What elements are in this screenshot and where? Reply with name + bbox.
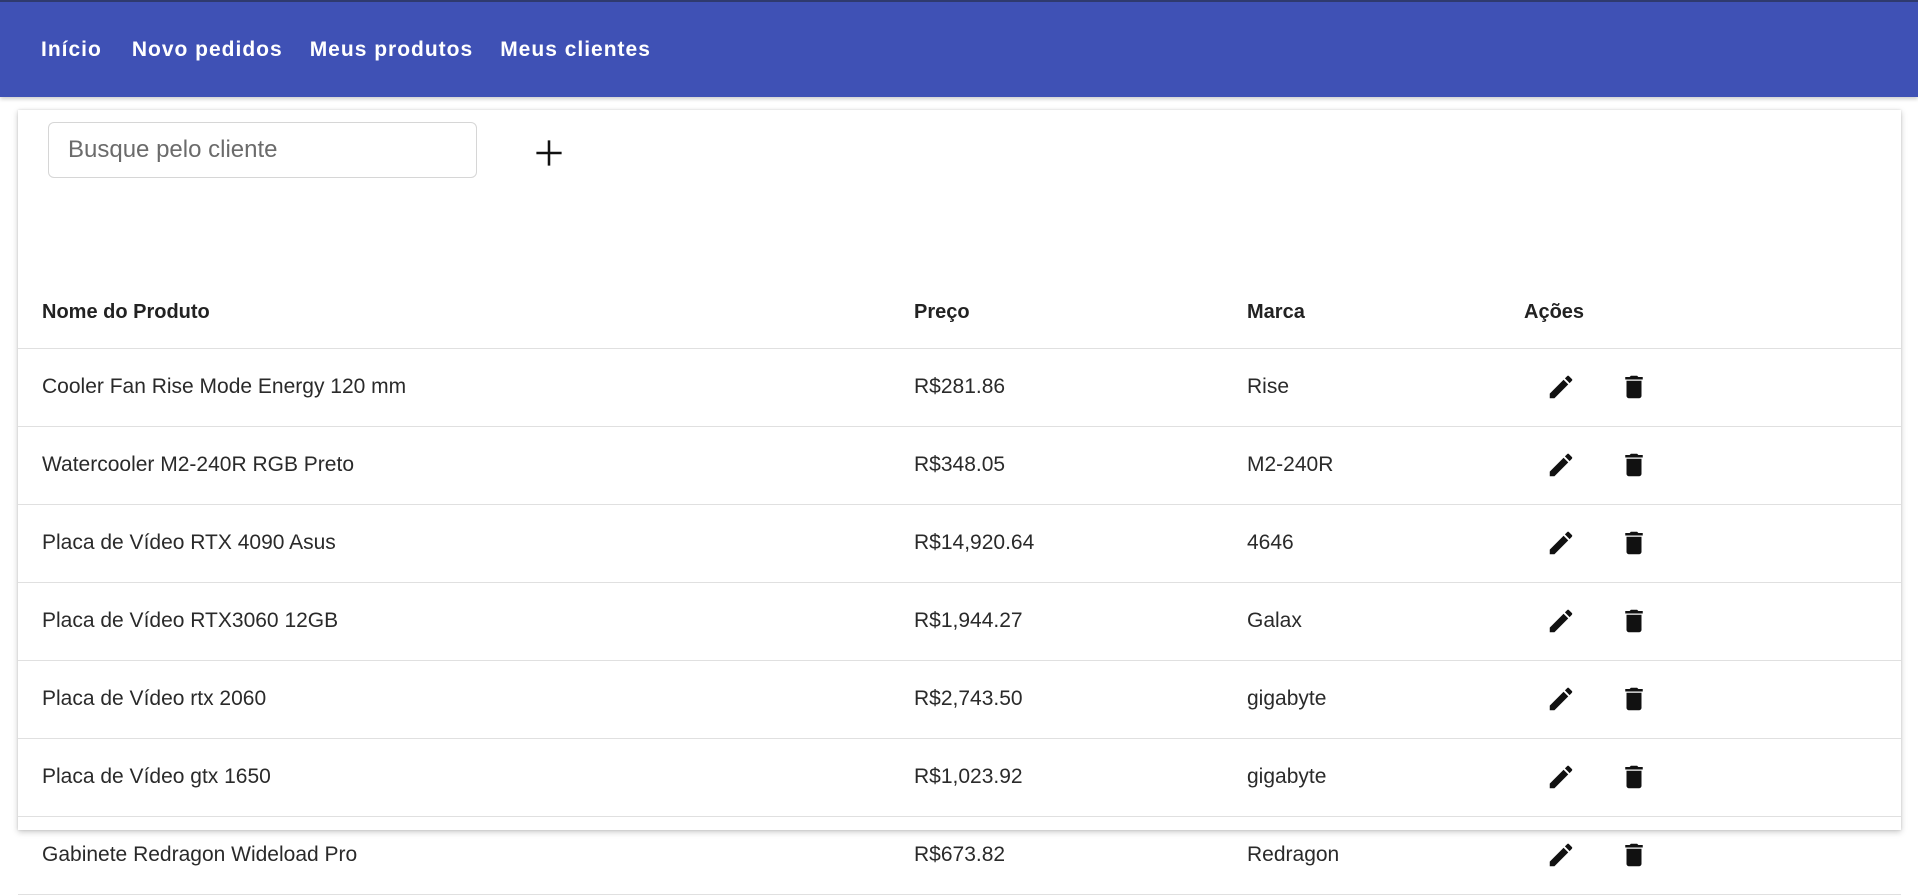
- product-price-cell: R$673.82: [914, 816, 1247, 895]
- delete-button[interactable]: [1617, 604, 1651, 638]
- product-brand-cell: Galax: [1247, 582, 1524, 661]
- edit-button[interactable]: [1544, 760, 1578, 794]
- column-header-actions: Ações: [1524, 277, 1901, 349]
- nav-link-novo-pedidos[interactable]: Novo pedidos: [132, 38, 283, 62]
- search-input[interactable]: [48, 122, 477, 178]
- product-actions-cell: [1524, 582, 1901, 661]
- product-name-cell: Placa de Vídeo rtx 2060: [18, 660, 914, 739]
- edit-button[interactable]: [1544, 448, 1578, 482]
- edit-button[interactable]: [1544, 370, 1578, 404]
- trash-icon: [1625, 609, 1643, 633]
- trash-icon: [1625, 375, 1643, 399]
- nav-link-inicio[interactable]: Início: [41, 38, 102, 62]
- edit-button[interactable]: [1544, 838, 1578, 872]
- product-price-cell: R$1,023.92: [914, 738, 1247, 817]
- product-price-cell: R$1,944.27: [914, 582, 1247, 661]
- table-row: Cooler Fan Rise Mode Energy 120 mm R$281…: [18, 348, 1901, 427]
- nav-link-meus-clientes[interactable]: Meus clientes: [500, 38, 651, 62]
- table-row: Placa de Vídeo rtx 2060 R$2,743.50 gigab…: [18, 660, 1901, 739]
- delete-button[interactable]: [1617, 838, 1651, 872]
- table-row: Placa de Vídeo gtx 1650 R$1,023.92 gigab…: [18, 738, 1901, 817]
- plus-icon: [536, 140, 562, 166]
- table-row: Placa de Vídeo RTX 4090 Asus R$14,920.64…: [18, 504, 1901, 583]
- trash-icon: [1625, 453, 1643, 477]
- product-price-cell: R$281.86: [914, 348, 1247, 427]
- delete-button[interactable]: [1617, 682, 1651, 716]
- product-brand-cell: gigabyte: [1247, 738, 1524, 817]
- delete-button[interactable]: [1617, 370, 1651, 404]
- table-row: Placa de Vídeo RTX3060 12GB R$1,944.27 G…: [18, 582, 1901, 661]
- delete-button[interactable]: [1617, 760, 1651, 794]
- pencil-icon: [1549, 687, 1573, 711]
- column-header-price: Preço: [914, 277, 1247, 349]
- product-brand-cell: gigabyte: [1247, 660, 1524, 739]
- table-row: Gabinete Redragon Wideload Pro R$673.82 …: [18, 816, 1901, 895]
- product-actions-cell: [1524, 426, 1901, 505]
- product-brand-cell: Redragon: [1247, 816, 1524, 895]
- edit-button[interactable]: [1544, 526, 1578, 560]
- edit-button[interactable]: [1544, 604, 1578, 638]
- product-actions-cell: [1524, 816, 1901, 895]
- product-actions-cell: [1524, 738, 1901, 817]
- pencil-icon: [1549, 843, 1573, 867]
- product-actions-cell: [1524, 504, 1901, 583]
- add-product-button[interactable]: [532, 136, 566, 170]
- product-actions-cell: [1524, 660, 1901, 739]
- table-row: Watercooler M2-240R RGB Preto R$348.05 M…: [18, 426, 1901, 505]
- products-table: Nome do Produto Preço Marca Ações Cooler…: [18, 277, 1901, 895]
- pencil-icon: [1549, 609, 1573, 633]
- table-header-row: Nome do Produto Preço Marca Ações: [18, 277, 1901, 349]
- column-header-name: Nome do Produto: [18, 277, 914, 349]
- trash-icon: [1625, 765, 1643, 789]
- product-price-cell: R$2,743.50: [914, 660, 1247, 739]
- pencil-icon: [1549, 531, 1573, 555]
- product-name-cell: Placa de Vídeo gtx 1650: [18, 738, 914, 817]
- trash-icon: [1625, 531, 1643, 555]
- product-name-cell: Placa de Vídeo RTX3060 12GB: [18, 582, 914, 661]
- top-navbar: Início Novo pedidos Meus produtos Meus c…: [0, 0, 1918, 97]
- product-price-cell: R$14,920.64: [914, 504, 1247, 583]
- pencil-icon: [1549, 375, 1573, 399]
- product-name-cell: Watercooler M2-240R RGB Preto: [18, 426, 914, 505]
- product-price-cell: R$348.05: [914, 426, 1247, 505]
- pencil-icon: [1549, 453, 1573, 477]
- product-name-cell: Placa de Vídeo RTX 4090 Asus: [18, 504, 914, 583]
- nav-link-meus-produtos[interactable]: Meus produtos: [310, 38, 474, 62]
- product-brand-cell: 4646: [1247, 504, 1524, 583]
- delete-button[interactable]: [1617, 526, 1651, 560]
- edit-button[interactable]: [1544, 682, 1578, 716]
- products-card: Nome do Produto Preço Marca Ações Cooler…: [18, 110, 1901, 895]
- pencil-icon: [1549, 765, 1573, 789]
- delete-button[interactable]: [1617, 448, 1651, 482]
- product-name-cell: Cooler Fan Rise Mode Energy 120 mm: [18, 348, 914, 427]
- trash-icon: [1625, 687, 1643, 711]
- product-actions-cell: [1524, 348, 1901, 427]
- product-name-cell: Gabinete Redragon Wideload Pro: [18, 816, 914, 895]
- column-header-brand: Marca: [1247, 277, 1524, 349]
- trash-icon: [1625, 843, 1643, 867]
- product-brand-cell: Rise: [1247, 348, 1524, 427]
- product-brand-cell: M2-240R: [1247, 426, 1524, 505]
